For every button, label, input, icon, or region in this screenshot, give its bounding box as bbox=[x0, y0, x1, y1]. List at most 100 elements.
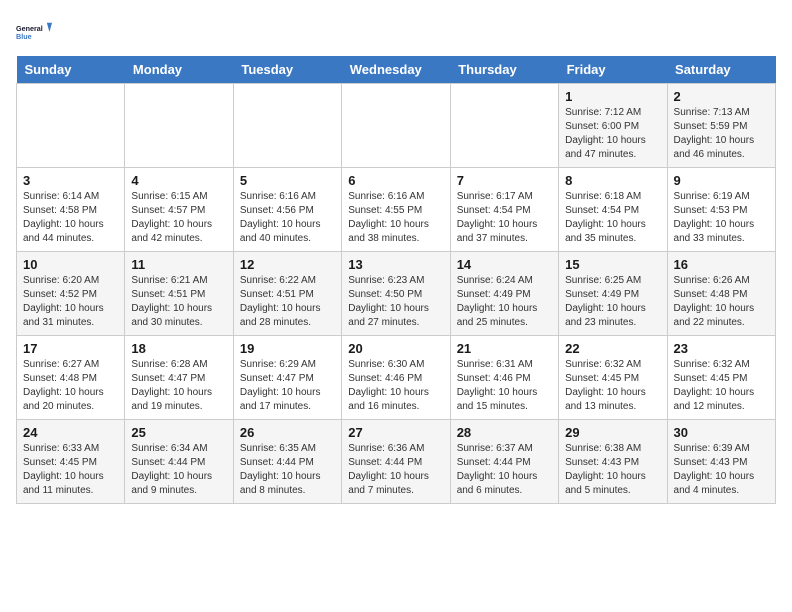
day-info: Sunrise: 6:27 AM Sunset: 4:48 PM Dayligh… bbox=[23, 358, 118, 414]
header-friday: Friday bbox=[559, 56, 667, 84]
day-info: Sunrise: 6:15 AM Sunset: 4:57 PM Dayligh… bbox=[131, 190, 226, 246]
day-number: 26 bbox=[240, 425, 335, 440]
day-info: Sunrise: 6:14 AM Sunset: 4:58 PM Dayligh… bbox=[23, 190, 118, 246]
calendar-cell: 19 Sunrise: 6:29 AM Sunset: 4:47 PM Dayli… bbox=[233, 336, 341, 420]
calendar-cell bbox=[125, 84, 233, 168]
day-number: 3 bbox=[23, 173, 118, 188]
day-info: Sunrise: 6:29 AM Sunset: 4:47 PM Dayligh… bbox=[240, 358, 335, 414]
calendar-cell: 1 Sunrise: 7:12 AM Sunset: 6:00 PM Daylig… bbox=[559, 84, 667, 168]
calendar-cell: 24Sunrise: 6:33 AM Sunset: 4:45 PM Dayli… bbox=[17, 420, 125, 504]
calendar-cell: 11 Sunrise: 6:21 AM Sunset: 4:51 PM Dayli… bbox=[125, 252, 233, 336]
day-number: 25 bbox=[131, 425, 226, 440]
calendar-cell bbox=[17, 84, 125, 168]
day-number: 1 bbox=[565, 89, 660, 104]
calendar-cell: 26 Sunrise: 6:35 AM Sunset: 4:44 PM Dayli… bbox=[233, 420, 341, 504]
day-info: Sunrise: 6:36 AM Sunset: 4:44 PM Dayligh… bbox=[348, 442, 443, 498]
day-info: Sunrise: 6:16 AM Sunset: 4:55 PM Dayligh… bbox=[348, 190, 443, 246]
calendar-cell: 9 Sunrise: 6:19 AM Sunset: 4:53 PM Daylig… bbox=[667, 168, 775, 252]
day-info: Sunrise: 6:26 AM Sunset: 4:48 PM Dayligh… bbox=[674, 274, 769, 330]
calendar-cell: 16 Sunrise: 6:26 AM Sunset: 4:48 PM Dayli… bbox=[667, 252, 775, 336]
day-info: Sunrise: 6:28 AM Sunset: 4:47 PM Dayligh… bbox=[131, 358, 226, 414]
calendar-cell: 15 Sunrise: 6:25 AM Sunset: 4:49 PM Dayli… bbox=[559, 252, 667, 336]
day-info: Sunrise: 6:16 AM Sunset: 4:56 PM Dayligh… bbox=[240, 190, 335, 246]
day-info: Sunrise: 6:18 AM Sunset: 4:54 PM Dayligh… bbox=[565, 190, 660, 246]
day-number: 23 bbox=[674, 341, 769, 356]
header-tuesday: Tuesday bbox=[233, 56, 341, 84]
day-number: 15 bbox=[565, 257, 660, 272]
day-info: Sunrise: 6:17 AM Sunset: 4:54 PM Dayligh… bbox=[457, 190, 552, 246]
day-number: 2 bbox=[674, 89, 769, 104]
day-number: 18 bbox=[131, 341, 226, 356]
week-row-1: 3 Sunrise: 6:14 AM Sunset: 4:58 PM Daylig… bbox=[17, 168, 776, 252]
week-row-0: 1 Sunrise: 7:12 AM Sunset: 6:00 PM Daylig… bbox=[17, 84, 776, 168]
calendar-cell: 17Sunrise: 6:27 AM Sunset: 4:48 PM Dayli… bbox=[17, 336, 125, 420]
day-number: 12 bbox=[240, 257, 335, 272]
calendar-cell: 22 Sunrise: 6:32 AM Sunset: 4:45 PM Dayli… bbox=[559, 336, 667, 420]
calendar-cell: 18 Sunrise: 6:28 AM Sunset: 4:47 PM Dayli… bbox=[125, 336, 233, 420]
day-number: 9 bbox=[674, 173, 769, 188]
day-info: Sunrise: 6:35 AM Sunset: 4:44 PM Dayligh… bbox=[240, 442, 335, 498]
day-number: 19 bbox=[240, 341, 335, 356]
day-info: Sunrise: 6:22 AM Sunset: 4:51 PM Dayligh… bbox=[240, 274, 335, 330]
day-number: 16 bbox=[674, 257, 769, 272]
calendar-cell: 25 Sunrise: 6:34 AM Sunset: 4:44 PM Dayli… bbox=[125, 420, 233, 504]
header-sunday: Sunday bbox=[17, 56, 125, 84]
calendar-cell: 29Sunrise: 6:38 AM Sunset: 4:43 PM Dayli… bbox=[559, 420, 667, 504]
day-number: 28 bbox=[457, 425, 552, 440]
calendar-cell: 13 Sunrise: 6:23 AM Sunset: 4:50 PM Dayli… bbox=[342, 252, 450, 336]
day-number: 22 bbox=[565, 341, 660, 356]
calendar-cell: 7Sunrise: 6:17 AM Sunset: 4:54 PM Daylig… bbox=[450, 168, 558, 252]
calendar-cell: 28 Sunrise: 6:37 AM Sunset: 4:44 PM Dayli… bbox=[450, 420, 558, 504]
day-info: Sunrise: 6:23 AM Sunset: 4:50 PM Dayligh… bbox=[348, 274, 443, 330]
week-row-4: 24Sunrise: 6:33 AM Sunset: 4:45 PM Dayli… bbox=[17, 420, 776, 504]
day-number: 13 bbox=[348, 257, 443, 272]
calendar-cell: 4Sunrise: 6:15 AM Sunset: 4:57 PM Daylig… bbox=[125, 168, 233, 252]
day-number: 21 bbox=[457, 341, 552, 356]
day-info: Sunrise: 6:32 AM Sunset: 4:45 PM Dayligh… bbox=[565, 358, 660, 414]
day-info: Sunrise: 7:12 AM Sunset: 6:00 PM Dayligh… bbox=[565, 106, 660, 162]
day-number: 8 bbox=[565, 173, 660, 188]
calendar-cell: 23 Sunrise: 6:32 AM Sunset: 4:45 PM Dayli… bbox=[667, 336, 775, 420]
week-row-3: 17Sunrise: 6:27 AM Sunset: 4:48 PM Dayli… bbox=[17, 336, 776, 420]
header-saturday: Saturday bbox=[667, 56, 775, 84]
calendar-cell bbox=[450, 84, 558, 168]
day-info: Sunrise: 7:13 AM Sunset: 5:59 PM Dayligh… bbox=[674, 106, 769, 162]
calendar-cell: 3 Sunrise: 6:14 AM Sunset: 4:58 PM Daylig… bbox=[17, 168, 125, 252]
logo-icon: GeneralBlue bbox=[16, 16, 52, 48]
day-info: Sunrise: 6:37 AM Sunset: 4:44 PM Dayligh… bbox=[457, 442, 552, 498]
logo: GeneralBlue bbox=[16, 16, 52, 48]
day-number: 27 bbox=[348, 425, 443, 440]
calendar-cell: 27 Sunrise: 6:36 AM Sunset: 4:44 PM Dayli… bbox=[342, 420, 450, 504]
calendar-header-row: SundayMondayTuesdayWednesdayThursdayFrid… bbox=[17, 56, 776, 84]
day-info: Sunrise: 6:21 AM Sunset: 4:51 PM Dayligh… bbox=[131, 274, 226, 330]
day-number: 11 bbox=[131, 257, 226, 272]
calendar-cell: 14Sunrise: 6:24 AM Sunset: 4:49 PM Dayli… bbox=[450, 252, 558, 336]
calendar-cell bbox=[342, 84, 450, 168]
header-thursday: Thursday bbox=[450, 56, 558, 84]
calendar-cell: 10 Sunrise: 6:20 AM Sunset: 4:52 PM Dayli… bbox=[17, 252, 125, 336]
day-info: Sunrise: 6:32 AM Sunset: 4:45 PM Dayligh… bbox=[674, 358, 769, 414]
day-number: 30 bbox=[674, 425, 769, 440]
day-info: Sunrise: 6:34 AM Sunset: 4:44 PM Dayligh… bbox=[131, 442, 226, 498]
header-wednesday: Wednesday bbox=[342, 56, 450, 84]
calendar-cell bbox=[233, 84, 341, 168]
calendar-cell: 2 Sunrise: 7:13 AM Sunset: 5:59 PM Daylig… bbox=[667, 84, 775, 168]
calendar-table: SundayMondayTuesdayWednesdayThursdayFrid… bbox=[16, 56, 776, 504]
day-info: Sunrise: 6:31 AM Sunset: 4:46 PM Dayligh… bbox=[457, 358, 552, 414]
day-info: Sunrise: 6:19 AM Sunset: 4:53 PM Dayligh… bbox=[674, 190, 769, 246]
day-info: Sunrise: 6:24 AM Sunset: 4:49 PM Dayligh… bbox=[457, 274, 552, 330]
day-info: Sunrise: 6:38 AM Sunset: 4:43 PM Dayligh… bbox=[565, 442, 660, 498]
calendar-cell: 30Sunrise: 6:39 AM Sunset: 4:43 PM Dayli… bbox=[667, 420, 775, 504]
day-number: 5 bbox=[240, 173, 335, 188]
calendar-cell: 20Sunrise: 6:30 AM Sunset: 4:46 PM Dayli… bbox=[342, 336, 450, 420]
day-info: Sunrise: 6:25 AM Sunset: 4:49 PM Dayligh… bbox=[565, 274, 660, 330]
header-monday: Monday bbox=[125, 56, 233, 84]
calendar-cell: 21 Sunrise: 6:31 AM Sunset: 4:46 PM Dayli… bbox=[450, 336, 558, 420]
day-number: 20 bbox=[348, 341, 443, 356]
calendar-cell: 8 Sunrise: 6:18 AM Sunset: 4:54 PM Daylig… bbox=[559, 168, 667, 252]
day-number: 24 bbox=[23, 425, 118, 440]
day-number: 10 bbox=[23, 257, 118, 272]
calendar-cell: 5 Sunrise: 6:16 AM Sunset: 4:56 PM Daylig… bbox=[233, 168, 341, 252]
day-number: 6 bbox=[348, 173, 443, 188]
day-info: Sunrise: 6:20 AM Sunset: 4:52 PM Dayligh… bbox=[23, 274, 118, 330]
